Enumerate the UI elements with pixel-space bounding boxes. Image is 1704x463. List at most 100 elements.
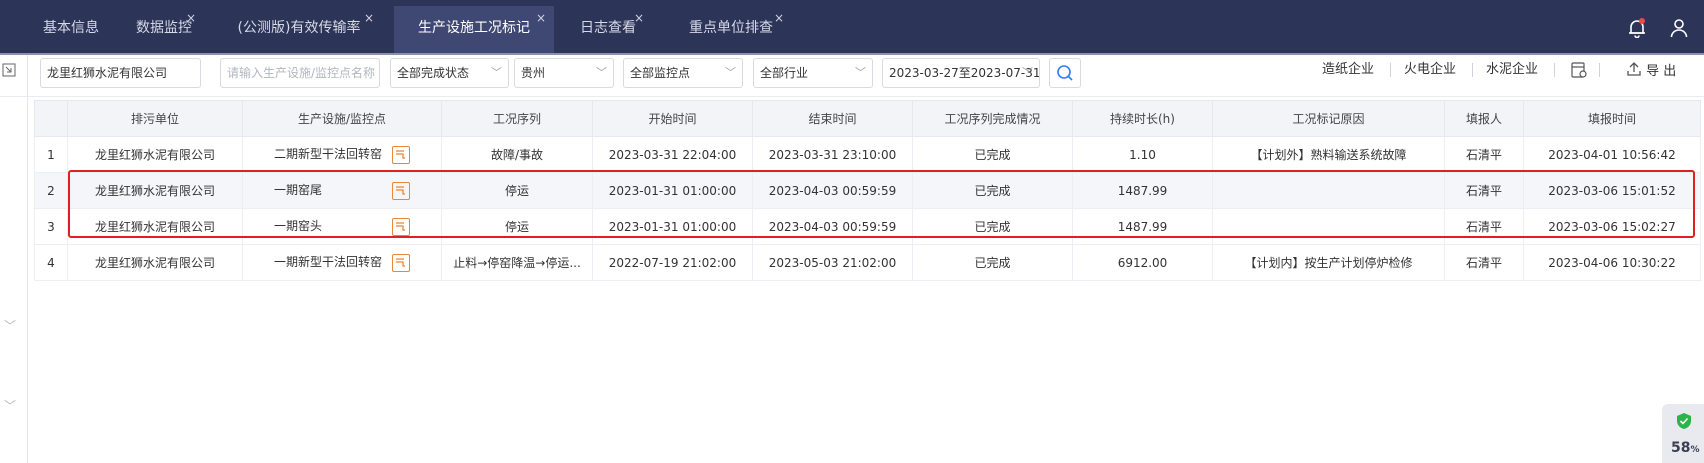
chevron-down-icon: ﹀	[725, 66, 736, 79]
date-range-value: 2023-03-27至2023-07-31	[889, 66, 1040, 80]
edit-note-icon[interactable]	[392, 145, 410, 164]
cement-enterprise-link[interactable]: 水泥企业	[1486, 60, 1538, 80]
tab-key-unit-check[interactable]: 重点单位排查 ×	[668, 6, 794, 53]
table-row[interactable]: 1 龙里红狮水泥有限公司 二期新型干法回转窑 故障/事故 2023-03-31 …	[34, 136, 1701, 173]
tab-label: 重点单位排查	[689, 20, 773, 36]
export-button[interactable]: 导 出	[1626, 60, 1676, 79]
security-percent: 58%	[1671, 440, 1700, 456]
tab-label: 日志查看	[580, 20, 636, 36]
chevron-down-icon[interactable]: ﹀	[4, 317, 16, 334]
col-header-unit[interactable]: 排污单位	[67, 100, 243, 137]
status-select[interactable]: 全部完成状态 ﹀	[390, 58, 509, 88]
cell-unit: 龙里红狮水泥有限公司	[67, 136, 243, 173]
cell-sequence: 止料→停窑降温→停运...	[441, 244, 593, 281]
shield-icon	[1677, 413, 1691, 429]
tab-data-monitor[interactable]: 数据监控 ×	[114, 6, 214, 53]
settings-doc-icon[interactable]	[1570, 61, 1588, 79]
facility-name: 一期窑头	[273, 219, 322, 234]
tab-log-view[interactable]: 日志查看 ×	[558, 6, 658, 53]
industry-select-value: 全部行业	[760, 66, 809, 80]
power-enterprise-link[interactable]: 火电企业	[1404, 60, 1456, 80]
cell-status: 已完成	[912, 136, 1073, 173]
col-header-hours[interactable]: 持续时长(h)	[1072, 100, 1213, 137]
close-icon[interactable]: ×	[364, 0, 374, 41]
col-header-status[interactable]: 工况序列完成情况	[912, 100, 1073, 137]
table-row[interactable]: 4 龙里红狮水泥有限公司 一期新型干法回转窑 止料→停窑降温→停运... 202…	[34, 244, 1701, 281]
cell-unit: 龙里红狮水泥有限公司	[67, 208, 243, 245]
cell-start: 2022-07-19 21:02:00	[592, 244, 753, 281]
edit-note-icon[interactable]	[392, 217, 410, 236]
monitor-point-select[interactable]: 全部监控点 ﹀	[623, 58, 743, 88]
cell-filler: 石清平	[1444, 172, 1524, 209]
collapse-icon[interactable]	[2, 63, 16, 77]
cell-facility: 一期窑尾	[242, 172, 442, 209]
cell-end: 2023-04-03 00:59:59	[752, 208, 913, 245]
company-input[interactable]: 龙里红狮水泥有限公司	[40, 58, 201, 88]
top-nav-bar: 基本信息 数据监控 × (公测版)有效传输率 × 生产设施工况标记 × 日志查看 × 重…	[0, 0, 1704, 55]
facility-name: 二期新型干法回转窑	[273, 147, 382, 162]
region-select[interactable]: 贵州 ﹀	[514, 58, 614, 88]
bell-icon[interactable]	[1628, 18, 1646, 38]
percent-value: 58	[1671, 440, 1691, 456]
close-icon[interactable]: ×	[634, 0, 644, 41]
facility-search-input[interactable]: 请输入生产设施/监控点名称	[220, 58, 380, 88]
tab-basic-info[interactable]: 基本信息	[28, 6, 114, 53]
company-input-value: 龙里红狮水泥有限公司	[47, 66, 168, 80]
close-icon[interactable]: ×	[536, 0, 546, 41]
col-header-start[interactable]: 开始时间	[592, 100, 753, 137]
facility-status-table: 排污单位 生产设施/监控点 工况序列 开始时间 结束时间 工况序列完成情况 持续…	[34, 100, 1701, 281]
region-select-value: 贵州	[521, 66, 546, 80]
cell-filled-time: 2023-03-06 15:01:52	[1523, 172, 1701, 209]
col-header-facility[interactable]: 生产设施/监控点	[242, 100, 442, 137]
cell-reason	[1212, 172, 1445, 209]
cell-facility: 一期窑头	[242, 208, 442, 245]
edit-note-icon[interactable]	[392, 253, 410, 272]
close-icon[interactable]: ×	[774, 0, 784, 41]
date-range-picker[interactable]: 2023-03-27至2023-07-31 ﹀	[882, 58, 1040, 88]
table-row[interactable]: 2 龙里红狮水泥有限公司 一期窑尾 停运 2023-01-31 01:00:00…	[34, 172, 1701, 209]
divider	[1390, 63, 1391, 77]
user-icon[interactable]	[1670, 18, 1688, 38]
col-header-sequence[interactable]: 工况序列	[441, 100, 593, 137]
tab-transmission-rate[interactable]: (公测版)有效传输率 ×	[214, 6, 384, 53]
cell-filled-time: 2023-04-01 10:56:42	[1523, 136, 1701, 173]
table-header-row: 排污单位 生产设施/监控点 工况序列 开始时间 结束时间 工况序列完成情况 持续…	[34, 100, 1701, 137]
facility-name: 一期新型干法回转窑	[273, 255, 382, 270]
chevron-down-icon: ﹀	[491, 66, 502, 79]
col-header-reason[interactable]: 工况标记原因	[1212, 100, 1445, 137]
monitor-select-value: 全部监控点	[630, 66, 691, 80]
toolbar-divider	[0, 96, 1704, 97]
chevron-down-icon[interactable]: ﹀	[4, 397, 16, 414]
industry-select[interactable]: 全部行业 ﹀	[753, 58, 873, 88]
close-icon[interactable]: ×	[186, 0, 196, 41]
cell-status: 已完成	[912, 244, 1073, 281]
cell-unit: 龙里红狮水泥有限公司	[67, 244, 243, 281]
cell-start: 2023-01-31 01:00:00	[592, 172, 753, 209]
status-select-value: 全部完成状态	[397, 66, 470, 80]
cell-hours: 1487.99	[1072, 208, 1213, 245]
facility-search-placeholder: 请输入生产设施/监控点名称	[227, 66, 376, 80]
table-row[interactable]: 3 龙里红狮水泥有限公司 一期窑头 停运 2023-01-31 01:00:00…	[34, 208, 1701, 245]
chevron-down-icon: ﹀	[1022, 66, 1033, 79]
col-header-end[interactable]: 结束时间	[752, 100, 913, 137]
facility-name: 一期窑尾	[273, 183, 322, 198]
cell-start: 2023-03-31 22:04:00	[592, 136, 753, 173]
paper-enterprise-link[interactable]: 造纸企业	[1322, 60, 1374, 80]
collapsed-sidebar: ﹀ ﹀	[0, 55, 28, 463]
chevron-down-icon: ﹀	[596, 66, 607, 79]
cell-status: 已完成	[912, 208, 1073, 245]
col-header-filled-time[interactable]: 填报时间	[1523, 100, 1701, 137]
cell-hours: 6912.00	[1072, 244, 1213, 281]
cell-sequence: 停运	[441, 172, 593, 209]
tab-label: (公测版)有效传输率	[237, 20, 361, 36]
col-header-filler[interactable]: 填报人	[1444, 100, 1524, 137]
cell-facility: 一期新型干法回转窑	[242, 244, 442, 281]
search-button[interactable]	[1049, 58, 1081, 88]
cell-end: 2023-03-31 23:10:00	[752, 136, 913, 173]
cell-filler: 石清平	[1444, 244, 1524, 281]
cell-sequence: 停运	[441, 208, 593, 245]
edit-note-icon[interactable]	[392, 181, 410, 200]
nav-underline	[0, 53, 1704, 55]
cell-reason: 【计划内】按生产计划停炉检修	[1212, 244, 1445, 281]
tab-facility-status-marking[interactable]: 生产设施工况标记 ×	[394, 6, 554, 53]
